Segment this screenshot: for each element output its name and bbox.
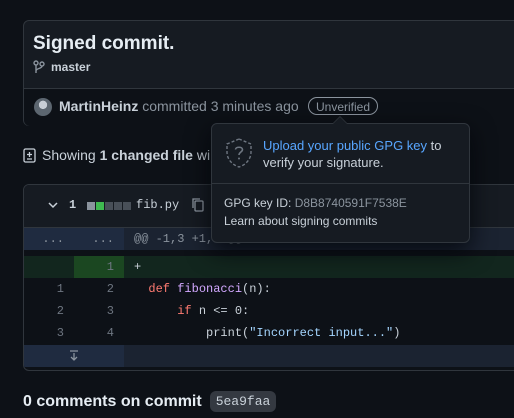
comments-heading: 0 comments on commit 5ea9faa [23,391,277,412]
code-line: print("Incorrect input...") [206,326,401,340]
chevron-down-icon[interactable] [47,199,59,211]
commit-time: committed 3 minutes ago [142,98,299,114]
summary-prefix: Showing [42,147,96,163]
changed-files-count[interactable]: 1 changed file [100,147,193,163]
divider [212,183,469,184]
summary-suffix: wi [196,147,211,163]
diffstat-block [105,202,113,210]
diff-line: 3 4 print("Incorrect input...") [24,322,514,344]
unverified-question-icon [226,138,252,168]
commit-box: Signed commit. master MartinHeinz commit… [23,20,514,126]
signature-popover: Upload your public GPG key to verify you… [211,116,470,243]
branch-icon [33,60,45,73]
diffstat-block [87,202,95,210]
unverified-badge[interactable]: Unverified [308,97,379,115]
gpg-key-id: GPG key ID: D8B8740591F7538E [224,196,407,210]
diffstat [87,202,131,210]
learn-signing-link[interactable]: Learn about signing commits [224,214,377,228]
diff-line: 1 + [24,256,514,278]
old-line-number[interactable]: 2 [24,300,64,322]
commit-meta: MartinHeinz committed 3 minutes ago Unve… [24,88,514,126]
old-line-number[interactable]: 1 [24,278,64,300]
commit-meta-text: MartinHeinz committed 3 minutes ago [59,98,299,114]
diff-line: 1 2 def fibonacci(n): [24,278,514,300]
new-line-number[interactable]: 2 [74,278,114,300]
avatar[interactable] [34,98,52,116]
change-count: 1 [69,198,77,212]
code-line: def fibonacci(n): [148,282,271,296]
commit-sha: 5ea9faa [209,391,277,412]
diffstat-block [123,202,131,210]
gpg-key-label: GPG key ID: [224,196,292,210]
branch-name: master [51,60,91,74]
hunk-expand-right[interactable]: ... [74,228,114,250]
copy-icon[interactable] [192,198,204,212]
commit-title: Signed commit. [33,33,175,54]
code-line: if n <= 0: [177,304,250,318]
diff-line: 2 3 if n <= 0: [24,300,514,322]
hunk-expand-left[interactable]: ... [24,228,64,250]
comments-label: 0 comments on commit [23,392,202,410]
author-link[interactable]: MartinHeinz [59,98,138,114]
upload-gpg-key-link[interactable]: Upload your public GPG key [263,138,427,153]
gpg-key-value: D8B8740591F7538E [294,196,407,210]
diffstat-block [114,202,122,210]
expand-down-icon[interactable] [68,350,80,362]
new-line-number[interactable]: 3 [74,300,114,322]
diff-summary: Showing 1 changed file wi [23,147,210,163]
branch-link[interactable]: master [33,60,90,74]
code-line: + [134,260,142,274]
old-line-number[interactable]: 3 [24,322,64,344]
popover-message: Upload your public GPG key to verify you… [263,137,463,171]
new-line-number[interactable]: 4 [74,322,114,344]
file-name[interactable]: fib.py [136,198,179,212]
diffstat-block [96,202,104,210]
file-diff-icon [23,147,36,163]
new-line-number[interactable]: 1 [74,256,114,278]
expand-row [24,345,514,367]
